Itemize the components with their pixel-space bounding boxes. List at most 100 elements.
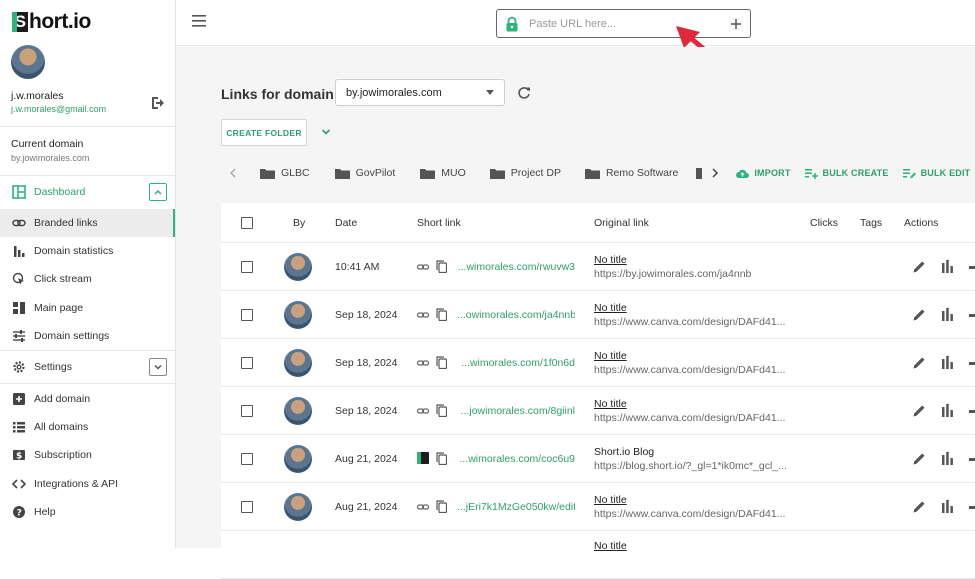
- sidebar-item-all-domains[interactable]: All domains: [0, 413, 175, 441]
- link-icon[interactable]: [417, 261, 429, 273]
- row-checkbox[interactable]: [241, 405, 253, 417]
- collapse-toggle[interactable]: [149, 183, 167, 201]
- link-icon[interactable]: [417, 405, 429, 417]
- link-icon[interactable]: [417, 357, 429, 369]
- edit-icon[interactable]: [913, 308, 926, 321]
- bar-chart-icon[interactable]: [941, 308, 954, 321]
- sidebar-item-branded-links[interactable]: Branded links: [0, 209, 175, 237]
- domain-select[interactable]: by.jowimorales.com: [335, 79, 505, 106]
- short-link[interactable]: ...owimorales.com/ja4nnb: [457, 309, 575, 321]
- expand-toggle[interactable]: [149, 358, 167, 376]
- column-header-clicks[interactable]: Clicks: [810, 217, 838, 229]
- more-actions-icon[interactable]: [969, 362, 975, 365]
- hamburger-menu-icon[interactable]: [192, 15, 206, 27]
- table-row[interactable]: Aug 21, 2024 ...wimorales.com/coc6u9 Sho…: [221, 435, 975, 483]
- original-link-title[interactable]: No title: [594, 350, 627, 362]
- column-header-date[interactable]: Date: [335, 217, 357, 229]
- original-link-url: https://by.jowimorales.com/ja4nnb: [594, 268, 789, 280]
- folder-item[interactable]: GovPilot: [335, 167, 396, 179]
- short-link[interactable]: ...wimorales.com/rwuvw3: [457, 261, 575, 273]
- link-icon[interactable]: [417, 309, 429, 321]
- bar-chart-icon[interactable]: [941, 404, 954, 417]
- sidebar-item-subscription[interactable]: $ Subscription: [0, 441, 175, 469]
- sidebar-item-click-stream[interactable]: Click stream: [0, 265, 175, 293]
- row-date: Sep 18, 2024: [335, 357, 397, 369]
- table-row[interactable]: Sep 18, 2024 ...jowimorales.com/8giinl N…: [221, 387, 975, 435]
- copy-icon[interactable]: [436, 260, 447, 273]
- chevron-right-icon[interactable]: [708, 166, 722, 180]
- shortio-logo[interactable]: Short.io: [12, 10, 91, 34]
- folder-icon: [335, 168, 350, 179]
- logout-icon[interactable]: [150, 95, 166, 111]
- edit-icon[interactable]: [913, 260, 926, 273]
- folder-item[interactable]: GLBC: [260, 167, 310, 179]
- copy-icon[interactable]: [436, 404, 447, 417]
- column-header-by[interactable]: By: [293, 217, 305, 229]
- edit-icon[interactable]: [913, 356, 926, 369]
- more-actions-icon[interactable]: [969, 506, 975, 509]
- sidebar-item-domain-settings[interactable]: Domain settings: [0, 322, 175, 350]
- short-link[interactable]: ...wimorales.com/coc6u9: [457, 453, 575, 465]
- column-header-short-link[interactable]: Short link: [417, 217, 461, 229]
- edit-icon[interactable]: [913, 452, 926, 465]
- original-link-title[interactable]: No title: [594, 494, 627, 506]
- copy-icon[interactable]: [436, 308, 447, 321]
- sidebar-item-domain-statistics[interactable]: Domain statistics: [0, 237, 175, 265]
- folder-item[interactable]: Project DP: [490, 167, 561, 179]
- sidebar-item-dashboard[interactable]: Dashboard: [0, 178, 175, 206]
- bar-chart-icon[interactable]: [941, 260, 954, 273]
- table-row[interactable]: 10:41 AM ...wimorales.com/rwuvw3 No titl…: [221, 243, 975, 291]
- create-folder-button[interactable]: CREATE FOLDER: [221, 119, 307, 146]
- chevron-down-icon[interactable]: [321, 127, 331, 137]
- refresh-icon[interactable]: [517, 86, 531, 100]
- original-link-title[interactable]: No title: [594, 302, 627, 314]
- table-row[interactable]: Sep 18, 2024 ...owimorales.com/ja4nnb No…: [221, 291, 975, 339]
- copy-icon[interactable]: [436, 356, 447, 369]
- copy-icon[interactable]: [436, 452, 447, 465]
- row-checkbox[interactable]: [241, 261, 253, 273]
- import-button[interactable]: IMPORT: [736, 168, 790, 179]
- table-row[interactable]: Aug 21, 2024 ...jEri7k1MzGe050kw/edit No…: [221, 483, 975, 531]
- original-link-title[interactable]: No title: [594, 398, 627, 410]
- sidebar-item-add-domain[interactable]: Add domain: [0, 385, 175, 413]
- row-checkbox[interactable]: [241, 309, 253, 321]
- column-header-original-link[interactable]: Original link: [594, 217, 649, 229]
- bar-chart-icon[interactable]: [941, 452, 954, 465]
- sidebar-item-settings[interactable]: Settings: [0, 353, 175, 381]
- edit-icon[interactable]: [913, 404, 926, 417]
- url-input[interactable]: [529, 18, 724, 30]
- folder-item[interactable]: Remo Software: [585, 167, 678, 179]
- select-all-checkbox[interactable]: [241, 217, 253, 229]
- short-link[interactable]: ...wimorales.com/1f0n6d: [457, 357, 575, 369]
- divider: [0, 383, 175, 384]
- more-actions-icon[interactable]: [969, 314, 975, 317]
- table-row[interactable]: No title: [221, 531, 975, 579]
- bulk-create-button[interactable]: BULK CREATE: [805, 168, 889, 179]
- bar-chart-icon[interactable]: [941, 500, 954, 513]
- copy-icon[interactable]: [436, 500, 447, 513]
- short-link[interactable]: ...jEri7k1MzGe050kw/edit: [457, 501, 575, 513]
- row-checkbox[interactable]: [241, 453, 253, 465]
- more-actions-icon[interactable]: [969, 458, 975, 461]
- link-icon[interactable]: [417, 501, 429, 513]
- bar-chart-icon[interactable]: [941, 356, 954, 369]
- sidebar-item-help[interactable]: ? Help: [0, 498, 175, 526]
- short-link[interactable]: ...jowimorales.com/8giinl: [457, 405, 575, 417]
- plus-icon[interactable]: [730, 18, 742, 30]
- more-actions-icon[interactable]: [969, 410, 975, 413]
- original-link-title[interactable]: Short.io Blog: [594, 446, 654, 458]
- original-link-title[interactable]: No title: [594, 254, 627, 266]
- folder-item[interactable]: MUO: [420, 167, 466, 179]
- row-checkbox[interactable]: [241, 501, 253, 513]
- chevron-left-icon[interactable]: [226, 166, 240, 180]
- row-checkbox[interactable]: [241, 357, 253, 369]
- user-avatar[interactable]: [11, 45, 45, 79]
- bulk-edit-button[interactable]: BULK EDIT: [903, 168, 971, 179]
- sidebar-item-integrations[interactable]: Integrations & API: [0, 470, 175, 498]
- sidebar-item-main-page[interactable]: Main page: [0, 294, 175, 322]
- original-link-title[interactable]: No title: [594, 540, 627, 552]
- edit-icon[interactable]: [913, 500, 926, 513]
- more-actions-icon[interactable]: [969, 266, 975, 269]
- column-header-tags[interactable]: Tags: [860, 217, 882, 229]
- table-row[interactable]: Sep 18, 2024 ...wimorales.com/1f0n6d No …: [221, 339, 975, 387]
